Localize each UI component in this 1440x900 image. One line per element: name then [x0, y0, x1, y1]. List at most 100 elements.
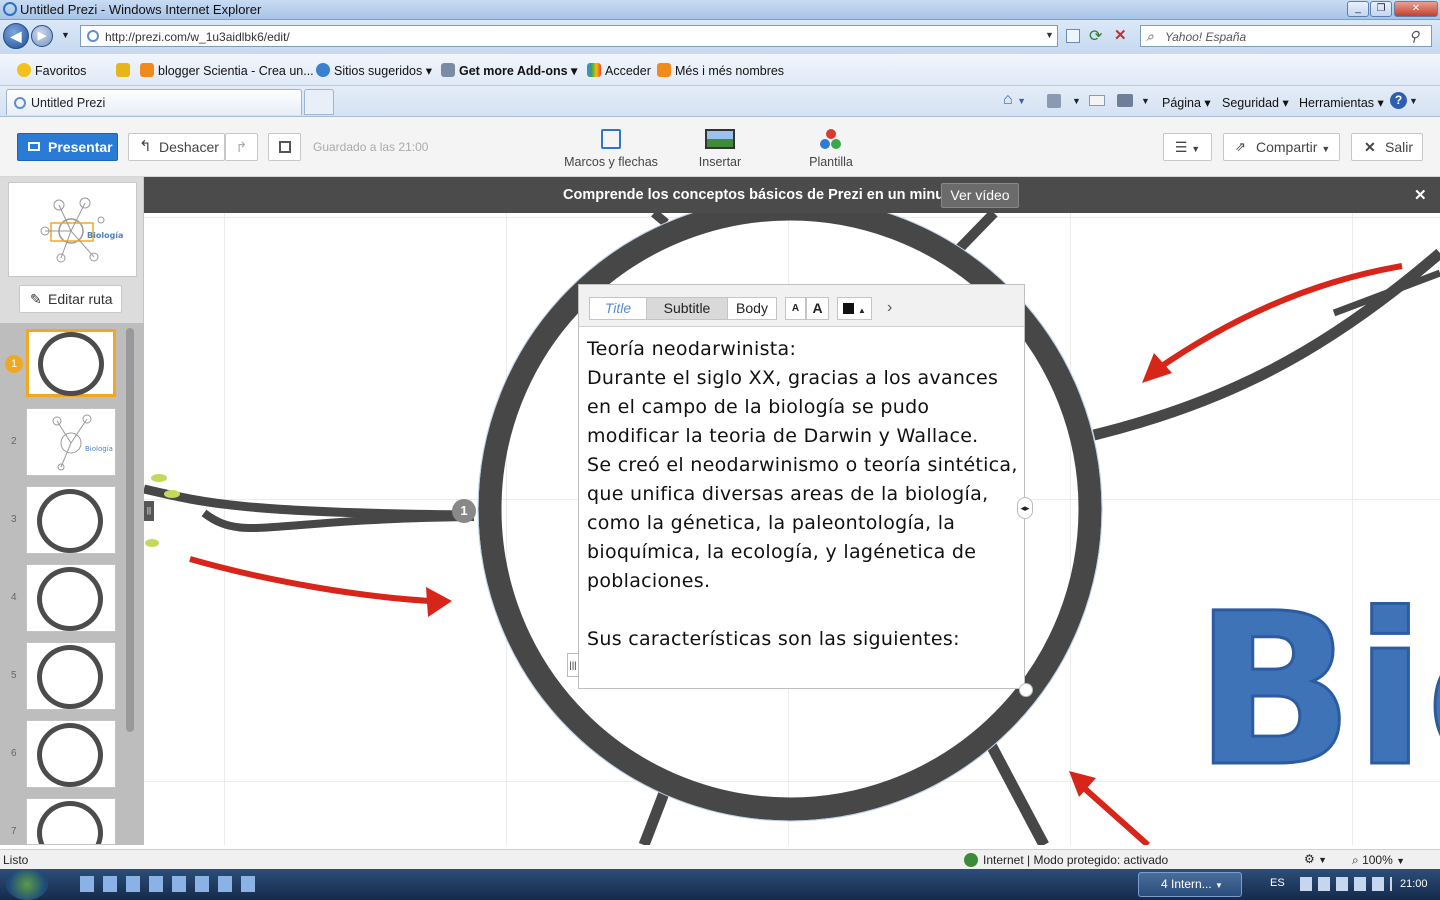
feeds-dropdown-icon[interactable]: ▼ — [1072, 96, 1081, 106]
start-button[interactable] — [6, 869, 48, 900]
banner-close-icon[interactable]: ✕ — [1414, 186, 1427, 204]
slide-thumb-4[interactable] — [26, 564, 116, 632]
share-button[interactable]: ⇗ Compartir ▼ — [1223, 133, 1340, 161]
refresh-icon[interactable]: ⟳ — [1089, 26, 1102, 46]
feeds-icon[interactable] — [1047, 94, 1061, 108]
tray-icons[interactable] — [1300, 877, 1392, 891]
template-tool[interactable]: Plantilla — [800, 129, 862, 169]
stop-icon[interactable]: ✕ — [1114, 26, 1127, 44]
close-icon: ✕ — [1364, 139, 1376, 155]
new-tab-button[interactable] — [304, 89, 334, 115]
text-editor[interactable]: Title Subtitle Body A A ▲ › Teoría neoda… — [567, 284, 1033, 697]
collapse-sidebar-handle[interactable]: || — [144, 501, 154, 521]
page-icon — [87, 30, 99, 42]
menu-button[interactable]: ☰ ▼ — [1163, 133, 1212, 161]
redo-icon: ↱ — [235, 139, 248, 155]
help-dropdown-icon[interactable]: ▼ — [1409, 96, 1418, 106]
path-marker[interactable]: 1 — [452, 499, 476, 523]
print-icon[interactable] — [1117, 94, 1133, 107]
text-paragraph-3: Sus características son las siguientes: — [587, 628, 960, 650]
fav-link-get-addons[interactable]: Get more Add-ons ▾ — [441, 63, 577, 78]
tab-untitled-prezi[interactable]: Untitled Prezi — [6, 89, 302, 115]
close-window-button[interactable]: ✕ — [1394, 1, 1438, 17]
fav-link-acceder[interactable]: Acceder — [587, 63, 651, 78]
search-box[interactable]: ⌕ Yahoo! España ⚲ — [1140, 25, 1432, 47]
address-dropdown-icon[interactable]: ▼ — [1045, 30, 1054, 40]
menu-seguridad[interactable]: Seguridad ▾ — [1222, 95, 1289, 110]
exit-button[interactable]: ✕ Salir — [1351, 133, 1423, 161]
task-ie[interactable]: 4 Intern... ▼ — [1138, 872, 1242, 897]
resize-handle-right[interactable]: ◂▸ — [1017, 497, 1033, 519]
language-indicator[interactable]: ES — [1270, 877, 1285, 889]
history-dropdown-icon[interactable]: ▼ — [61, 30, 70, 40]
svg-text:Biología: Biología — [85, 445, 113, 453]
present-button[interactable]: Presentar — [17, 133, 118, 161]
help-icon[interactable]: ? — [1390, 92, 1407, 109]
style-title-button[interactable]: Title — [589, 297, 647, 320]
window-titlebar: Untitled Prezi - Windows Internet Explor… — [0, 0, 1440, 20]
zoom-level[interactable]: ⌕ 100% ▼ — [1352, 853, 1405, 868]
addons-icon — [441, 63, 455, 77]
slide-thumb-1[interactable] — [26, 329, 116, 397]
search-go-icon[interactable]: ⚲ — [1409, 28, 1419, 45]
search-input[interactable]: Yahoo! España — [1165, 30, 1246, 44]
slide-list-scrollbar[interactable] — [126, 328, 134, 732]
save-status: Guardado a las 21:00 — [313, 140, 429, 154]
add-favorite-icon[interactable] — [116, 63, 134, 78]
fav-link-mes-nombres[interactable]: Més i més nombres — [657, 63, 784, 78]
quicklaunch-icons[interactable] — [80, 876, 260, 892]
address-input[interactable]: http://prezi.com/w_1u3aidlbk6/edit/ — [105, 30, 290, 44]
menu-herramientas[interactable]: Herramientas ▾ — [1299, 95, 1384, 110]
compat-icon[interactable] — [1066, 29, 1080, 43]
text-content[interactable]: Teoría neodarwinista: Durante el siglo X… — [587, 335, 1019, 654]
mail-icon[interactable] — [1089, 95, 1105, 106]
slide-thumb-2[interactable]: Biología — [26, 408, 116, 476]
address-row: ◀ ▶ ▼ http://prezi.com/w_1u3aidlbk6/edit… — [0, 20, 1440, 54]
favorites-button[interactable]: Favoritos — [17, 63, 86, 78]
fav-link-blogger-scientia[interactable]: blogger Scientia - Crea un... — [140, 63, 314, 78]
forward-button[interactable]: ▶ — [31, 25, 53, 47]
banner-message: Comprende los conceptos básicos de Prezi… — [563, 187, 962, 203]
maximize-button[interactable]: ❐ — [1370, 1, 1392, 17]
redo-button[interactable]: ↱ — [225, 133, 258, 161]
home-icon[interactable]: ⌂ ▼ — [1003, 91, 1026, 109]
chevron-right-icon[interactable]: › — [887, 299, 892, 317]
slide-number: 2 — [11, 436, 17, 447]
menu-pagina[interactable]: Página ▾ — [1162, 95, 1211, 110]
save-button[interactable] — [268, 133, 301, 161]
text-color-button[interactable]: ▲ — [837, 297, 872, 320]
slide-thumb-3[interactable] — [26, 486, 116, 554]
style-subtitle-button[interactable]: Subtitle — [646, 297, 728, 320]
svg-text:Biología: Biología — [87, 231, 123, 240]
font-smaller-button[interactable]: A — [785, 297, 806, 320]
back-button[interactable]: ◀ — [3, 23, 29, 49]
slide-number: 3 — [11, 514, 17, 525]
star-icon — [17, 63, 31, 77]
font-larger-button[interactable]: A — [806, 297, 829, 320]
protected-icon[interactable]: ⚙ ▼ — [1304, 852, 1327, 866]
insert-tool[interactable]: Insertar — [690, 129, 750, 169]
edit-route-button[interactable]: ✎ Editar ruta — [19, 285, 122, 313]
undo-button[interactable]: ↰ Deshacer — [128, 133, 225, 161]
resize-handle-corner[interactable] — [1019, 683, 1033, 697]
slide-number: 5 — [11, 670, 17, 681]
minimize-button[interactable]: _ — [1347, 1, 1369, 17]
print-dropdown-icon[interactable]: ▼ — [1141, 96, 1150, 106]
slide-thumb-7[interactable] — [26, 798, 116, 845]
status-bar: Listo Internet | Modo protegido: activad… — [0, 849, 1440, 869]
overview-thumbnail[interactable]: Biología — [8, 182, 137, 277]
favorites-bar: Favoritos blogger Scientia - Crea un... … — [0, 54, 1440, 86]
fav-link-sitios-sugeridos[interactable]: Sitios sugeridos ▾ — [316, 63, 432, 78]
slide-thumb-6[interactable] — [26, 720, 116, 788]
address-bar[interactable]: http://prezi.com/w_1u3aidlbk6/edit/ ▼ — [80, 25, 1058, 47]
undo-icon: ↰ — [139, 138, 152, 155]
text-blank-line — [587, 596, 1019, 625]
resize-handle-left[interactable]: ||| — [567, 653, 579, 677]
slide-thumb-5[interactable] — [26, 642, 116, 710]
text-line-heading: Teoría neodarwinista: — [587, 338, 797, 360]
canvas-big-word: Bio — [1194, 568, 1440, 813]
style-body-button[interactable]: Body — [727, 297, 777, 320]
watch-video-button[interactable]: Ver vídeo — [941, 183, 1019, 208]
slide-number: 7 — [11, 826, 17, 837]
frames-arrows-tool[interactable]: Marcos y flechas — [564, 129, 658, 169]
